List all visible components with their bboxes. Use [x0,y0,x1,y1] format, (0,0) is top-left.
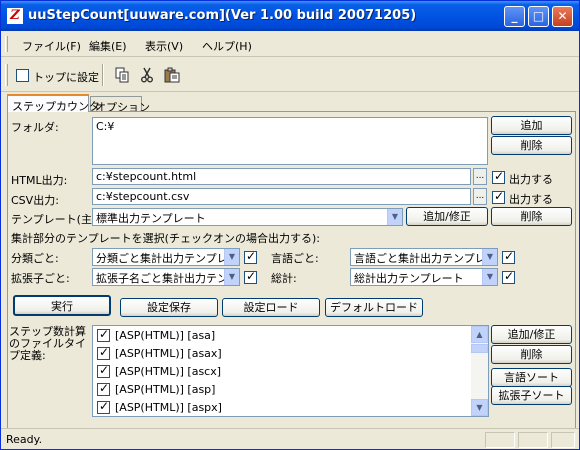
template-main-label: テンプレート(主): [11,213,100,226]
folder-item[interactable]: C:¥ [96,120,114,133]
csv-output-field[interactable]: c:¥stepcount.csv [92,188,471,205]
list-item[interactable]: [ASP(HTML)] [asp] [95,381,465,398]
filetype-add-edit-button[interactable]: 追加/修正 [491,325,572,344]
status-bar: Ready. [1,428,579,449]
chevron-down-icon[interactable]: ▼ [224,269,239,285]
scroll-up-icon[interactable]: ▲ [471,326,488,343]
folder-list[interactable]: C:¥ [92,117,488,165]
menu-file[interactable]: ファイル(F) [22,38,81,54]
list-item-checkbox[interactable] [97,399,110,414]
csv-output-label: CSV出力: [11,194,59,207]
toolbar-separator [102,64,104,86]
html-output-label: HTML出力: [11,174,68,187]
sort-extension-button[interactable]: 拡張子ソート [491,386,572,405]
toolbar-grip[interactable] [5,64,8,86]
folder-label: フォルダ: [11,121,59,134]
total-label: 総計: [271,272,297,285]
menu-help[interactable]: ヘルプ(H) [202,38,252,54]
copy-icon[interactable] [114,67,130,83]
file-types-list[interactable]: [ASP(HTML)] [asa] [ASP(HTML)] [asax] [AS… [92,325,489,417]
chevron-down-icon[interactable]: ▼ [482,269,497,285]
menu-view[interactable]: 表示(V) [145,38,183,54]
toolbar: トップに設定 [1,58,579,92]
list-item-label: [ASP(HTML)] [ascx] [115,365,222,378]
list-item[interactable]: [ASP(HTML)] [ascx] [95,363,465,380]
menu-edit[interactable]: 編集(E) [89,38,127,54]
list-item-checkbox[interactable] [97,363,110,378]
list-item-checkbox[interactable] [97,381,110,396]
list-item[interactable]: [ASP(HTML)] [asax] [95,345,465,362]
csv-browse-button[interactable]: ... [473,188,487,205]
list-item[interactable]: [ASP(HTML)] [asa] [95,327,465,344]
close-button[interactable]: ✕ [552,6,573,27]
list-item-label: [ASP(HTML)] [aspx] [115,401,222,414]
filetype-delete-button[interactable]: 削除 [491,345,572,364]
by-extension-select[interactable]: 拡張子名ごと集計出力テン ▼ [92,268,240,286]
csv-output-checkbox[interactable] [492,189,505,204]
html-output-field[interactable]: c:¥stepcount.html [92,168,471,185]
topmost-label: トップに設定 [33,71,99,84]
maximize-button[interactable]: □ [528,6,549,27]
html-output-enable-label: 出力する [509,173,553,186]
app-window: Z uuStepCount[uuware.com](Ver 1.00 build… [0,0,580,450]
by-extension-checkbox[interactable] [244,269,257,284]
cut-icon[interactable] [139,67,155,83]
list-item-label: [ASP(HTML)] [asax] [115,347,222,360]
list-item[interactable]: [ASP(HTML)] [aspx] [95,399,465,416]
list-item-label: [ASP(HTML)] [asp] [115,383,216,396]
list-item-label: [ASP(HTML)] [asa] [115,329,216,342]
run-button[interactable]: 実行 [13,295,111,316]
tab-step-counter[interactable]: ステップカウンタ [7,94,100,113]
by-extension-label: 拡張子ごと: [11,272,70,285]
menu-grip[interactable] [5,36,8,52]
by-category-select[interactable]: 分類ごと集計出力テンプレ ▼ [92,248,240,266]
by-language-select[interactable]: 言語ごと集計出力テンプレ ▼ [350,248,498,266]
menu-bar: ファイル(F) 編集(E) 表示(V) ヘルプ(H) [1,31,579,57]
topmost-checkbox[interactable] [16,69,29,82]
file-types-label: ステップ数計算のファイルタイプ定義: [9,325,86,362]
html-browse-button[interactable]: ... [473,168,487,185]
list-item-checkbox[interactable] [97,345,110,360]
minimize-button[interactable]: _ [504,6,525,27]
html-output-checkbox[interactable] [492,169,505,184]
csv-output-enable-label: 出力する [509,193,553,206]
by-language-checkbox[interactable] [502,249,515,264]
folder-delete-button[interactable]: 削除 [491,136,572,155]
chevron-down-icon[interactable]: ▼ [224,249,239,265]
by-category-checkbox[interactable] [244,249,257,264]
default-load-button[interactable]: デフォルトロード [325,298,423,317]
resize-grip-icon[interactable] [551,432,575,448]
status-text: Ready. [6,433,43,446]
title-bar[interactable]: Z uuStepCount[uuware.com](Ver 1.00 build… [1,1,579,31]
by-language-value: 言語ごと集計出力テンプレ [354,252,486,265]
by-category-label: 分類ごと: [11,252,59,265]
scroll-down-icon[interactable]: ▼ [471,399,488,416]
template-main-value: 標準出力テンプレート [96,212,206,225]
folder-add-button[interactable]: 追加 [491,116,572,135]
list-scrollbar[interactable]: ▲ ▼ [471,326,488,416]
aggregate-heading: 集計部分のテンプレートを選択(チェックオンの場合出力する): [11,232,320,245]
status-cell [485,432,515,448]
app-logo-icon: Z [7,8,23,24]
paste-icon[interactable] [164,67,180,83]
list-item-checkbox[interactable] [97,327,110,342]
by-extension-value: 拡張子名ごと集計出力テン [96,272,228,285]
by-language-label: 言語ごと: [271,252,319,265]
window-title: uuStepCount[uuware.com](Ver 1.00 build 2… [28,8,417,23]
status-cell [518,432,548,448]
total-checkbox[interactable] [502,269,515,284]
load-settings-button[interactable]: 設定ロード [222,298,320,317]
chevron-down-icon[interactable]: ▼ [387,209,402,225]
chevron-down-icon[interactable]: ▼ [482,249,497,265]
sort-language-button[interactable]: 言語ソート [491,368,572,387]
by-category-value: 分類ごと集計出力テンプレ [96,252,228,265]
total-select[interactable]: 総計出力テンプレート ▼ [350,268,498,286]
scroll-thumb[interactable] [471,344,488,353]
template-add-edit-button[interactable]: 追加/修正 [406,207,488,226]
save-settings-button[interactable]: 設定保存 [120,298,218,317]
template-main-select[interactable]: 標準出力テンプレート ▼ [92,208,403,226]
template-delete-button[interactable]: 削除 [491,207,572,226]
total-value: 総計出力テンプレート [354,272,464,285]
